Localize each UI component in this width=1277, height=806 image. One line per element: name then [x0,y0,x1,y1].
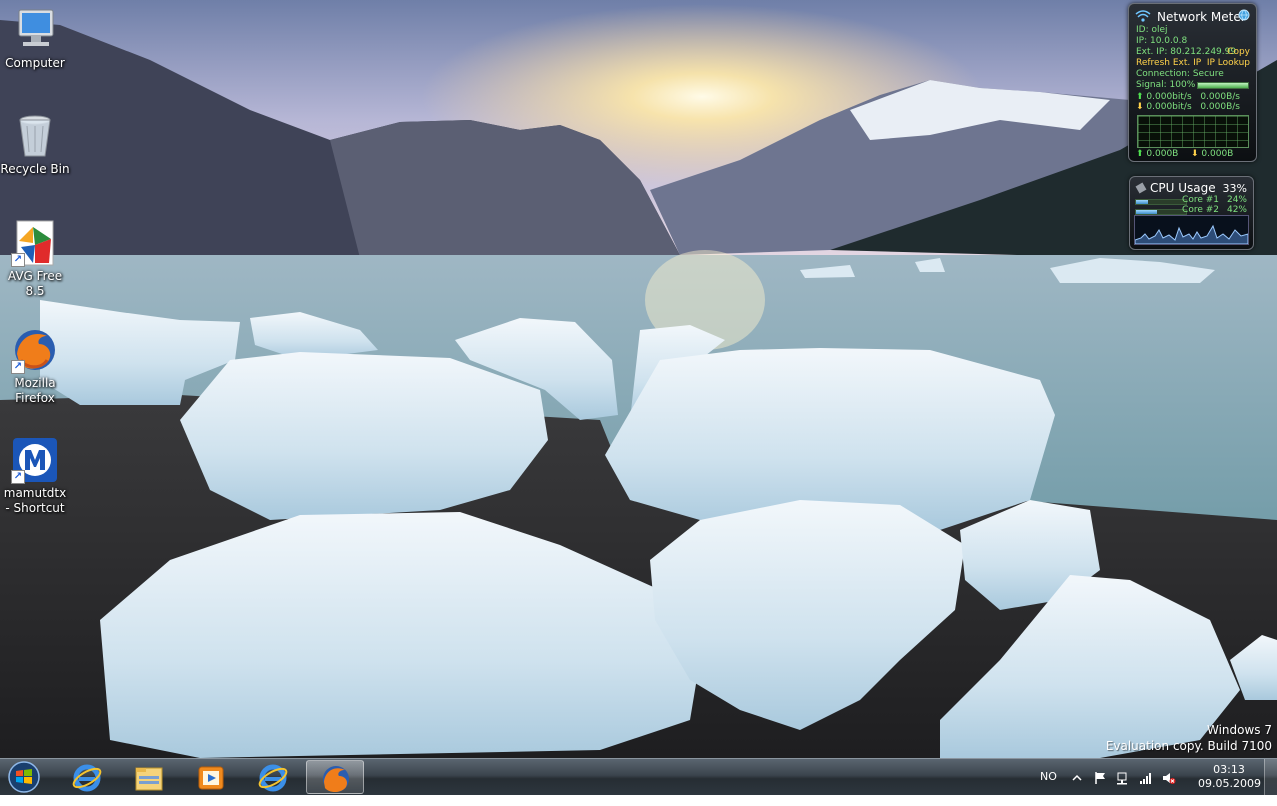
avg-icon: ↗ [11,219,59,267]
taskbar: NO 03:13 09.05.2009 [0,758,1277,795]
internet-explorer-icon [72,764,102,792]
download-rate-row: ⬇ 0.000bit/s [1136,102,1192,112]
shortcut-arrow-icon: ↗ [11,360,25,374]
media-player-icon [198,766,224,790]
signal-bar-fill [1198,83,1248,88]
gadget-title: CPU Usage [1150,181,1216,195]
internet-explorer-icon [258,764,288,792]
start-button[interactable] [4,760,44,794]
desktop-icon-label: Mozilla Firefox [14,376,56,405]
core-1-label: Core #1 [1182,195,1219,205]
connection-line: Connection: Secure [1136,69,1224,79]
refresh-ext-ip-link[interactable]: Refresh Ext. IP [1136,58,1201,68]
signal-strength-icon[interactable] [1139,770,1153,784]
ip-line: IP: 10.0.0.8 [1136,36,1188,46]
desktop-wallpaper [0,0,1277,758]
network-connection-icon[interactable] [1116,770,1130,785]
copy-link[interactable]: Copy [1227,47,1250,57]
taskbar-internet-explorer-2[interactable] [244,760,302,794]
network-graph [1137,115,1249,148]
windows-evaluation-watermark: Windows 7 Evaluation copy. Build 7100 [1106,722,1272,754]
desktop-icon-label: mamutdtx - Shortcut [3,486,67,515]
taskbar-windows-explorer[interactable] [120,760,178,794]
show-desktop-button[interactable] [1264,759,1277,795]
download-bytes: 0.000B/s [1200,102,1240,112]
download-arrow-icon: ⬇ [1191,149,1199,159]
signal-line: Signal: 100% [1136,80,1196,90]
gadget-title: Network Meter [1157,10,1246,24]
desktop-icon-firefox[interactable]: ↗ Mozilla Firefox [0,326,70,406]
shortcut-arrow-icon: ↗ [11,470,25,484]
upload-rate: 0.000bit/s [1146,92,1192,102]
upload-bytes: 0.000B/s [1200,92,1240,102]
signal-bar [1197,82,1249,89]
upload-arrow-icon: ⬆ [1136,92,1144,102]
core-1-value: 24% [1226,195,1247,205]
core-2-value: 42% [1226,205,1247,215]
globe-icon[interactable] [1238,9,1250,24]
ip-lookup-link[interactable]: IP Lookup [1207,58,1250,68]
id-line: ID: olej [1136,25,1168,35]
upload-total: 0.000B [1146,149,1179,159]
upload-rate-row: ⬆ 0.000bit/s [1136,92,1192,102]
upload-total-row: ⬆ 0.000B [1136,149,1178,159]
clock-date: 09.05.2009 [1198,777,1261,790]
taskbar-media-player[interactable] [182,760,240,794]
action-center-flag-icon[interactable] [1093,770,1107,784]
desktop-icon-mamutdtx[interactable]: ↗ mamutdtx - Shortcut [0,436,70,516]
download-total-row: ⬇ 0.000B [1191,149,1233,159]
upload-arrow-icon: ⬆ [1136,149,1144,159]
desktop-icon-label: Recycle Bin [0,162,70,176]
network-meter-gadget[interactable]: Network Meter ID: olej IP: 10.0.0.8 Ext.… [1128,3,1257,162]
core-2-label: Core #2 [1182,205,1219,215]
desktop-icon-label: AVG Free 8.5 [7,269,63,298]
folder-icon [135,767,163,791]
watermark-line-1: Windows 7 [1206,723,1272,737]
language-indicator[interactable]: NO [1040,770,1057,806]
core-1-bar [1135,199,1187,205]
desktop-icon-avg-free[interactable]: ↗ AVG Free 8.5 [0,219,70,299]
taskbar-internet-explorer[interactable] [58,760,116,794]
shortcut-arrow-icon: ↗ [11,253,25,267]
firefox-icon: ↗ [11,326,59,374]
recycle-bin-icon [11,112,59,160]
desktop-icon-label: Computer [5,56,65,70]
computer-icon [11,6,59,54]
cpu-chip-icon [1135,182,1147,197]
core-2-bar-fill [1136,210,1157,214]
show-hidden-icons-chevron-icon[interactable] [1070,770,1084,784]
download-rate: 0.000bit/s [1146,102,1192,112]
cpu-usage-gadget[interactable]: CPU Usage 33% Core #1 24% Core #2 42% [1129,176,1254,250]
wifi-icon [1135,10,1151,25]
volume-muted-icon[interactable] [1162,770,1176,784]
taskbar-firefox[interactable] [306,760,364,794]
firefox-icon [323,766,349,793]
desktop-icon-recycle-bin[interactable]: Recycle Bin [0,112,70,177]
download-total: 0.000B [1201,149,1234,159]
core-1-bar-fill [1136,200,1148,204]
mamut-icon: ↗ [11,436,59,484]
watermark-line-2: Evaluation copy. Build 7100 [1105,739,1272,753]
cpu-graph [1134,215,1249,245]
ext-ip-line: Ext. IP: 80.212.249.99 [1136,47,1237,57]
desktop-icon-computer[interactable]: Computer [0,6,70,71]
download-arrow-icon: ⬇ [1136,102,1144,112]
cpu-total: 33% [1222,182,1247,195]
clock-time: 03:13 [1213,763,1245,776]
